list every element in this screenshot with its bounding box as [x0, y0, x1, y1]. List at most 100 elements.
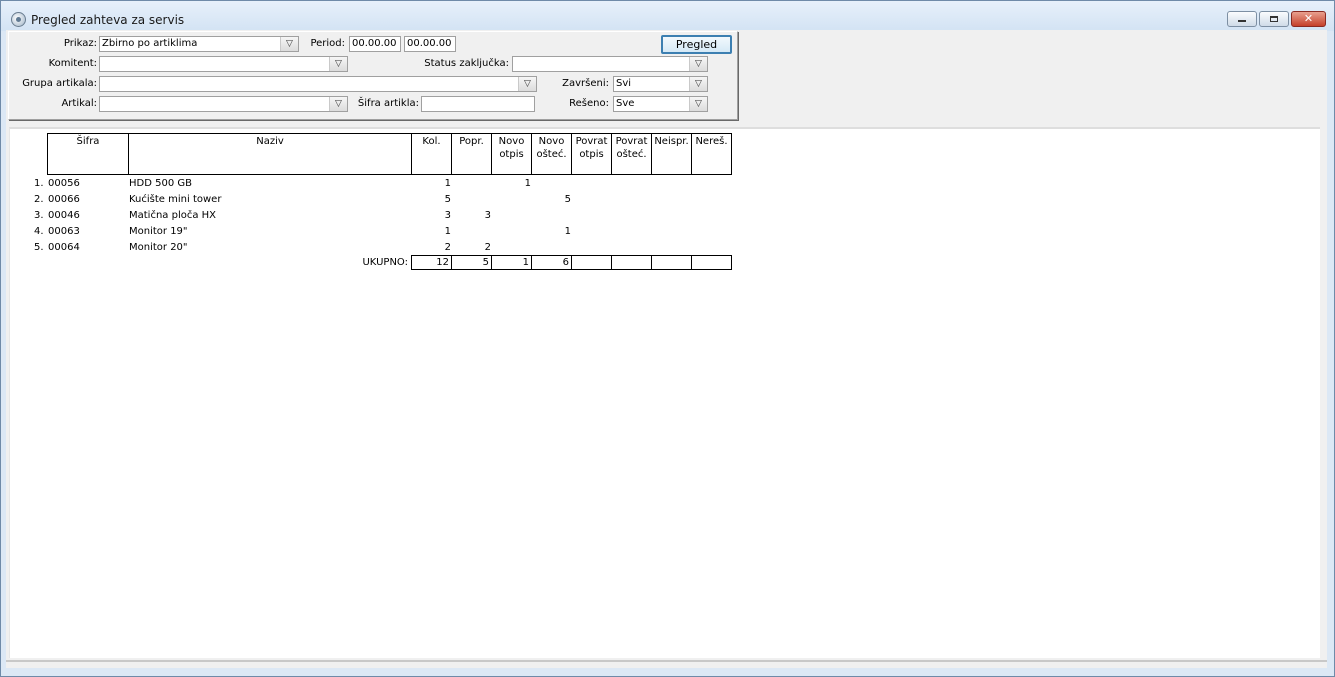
reseno-select[interactable]: Sve ▽ — [613, 96, 708, 112]
row-sifra: 00064 — [48, 242, 80, 253]
close-icon: ✕ — [1303, 12, 1314, 25]
header-povrat-otpis-line2: otpis — [579, 149, 604, 160]
header-novo-ostec: Novo ošteć. — [531, 133, 572, 175]
total-novo-otpis: 1 — [491, 255, 532, 270]
pregled-button[interactable]: Pregled — [661, 35, 732, 54]
header-neispr-text: Neispr. — [654, 136, 689, 147]
chevron-down-icon[interactable]: ▽ — [689, 77, 707, 91]
row-novo-ostec: 1 — [564, 226, 571, 237]
minimize-button[interactable] — [1227, 11, 1257, 27]
row-number: 2. — [34, 194, 44, 205]
total-kol: 12 — [411, 255, 452, 270]
header-naziv: Naziv — [128, 133, 412, 175]
total-neres — [691, 255, 732, 270]
header-novo-otpis: Novo otpis — [491, 133, 532, 175]
prikaz-label: Prikaz: — [63, 38, 97, 49]
chevron-down-icon[interactable]: ▽ — [518, 77, 536, 91]
total-popr: 5 — [451, 255, 492, 270]
row-novo-otpis — [491, 240, 531, 256]
row-popr — [451, 224, 491, 240]
prikaz-select[interactable]: Zbirno po artiklima ▽ — [99, 36, 299, 52]
maximize-button[interactable] — [1259, 11, 1289, 27]
header-sifra: Šifra — [47, 133, 129, 175]
header-novo-otpis-line1: Novo — [498, 136, 525, 147]
total-novo-ostec: 6 — [531, 255, 572, 270]
header-popr-text: Popr. — [459, 136, 484, 147]
chevron-down-icon[interactable]: ▽ — [329, 57, 347, 71]
row-naziv: Kućište mini tower — [129, 194, 222, 205]
row-number: 3. — [34, 210, 44, 221]
status-zakljucka-label: Status zaključka: — [424, 58, 509, 69]
row-novo-otpis — [491, 192, 531, 208]
row-kol: 2 — [444, 242, 451, 253]
row-naziv: Monitor 19" — [129, 226, 188, 237]
header-sifra-text: Šifra — [76, 136, 100, 147]
row-popr: 3 — [484, 210, 491, 221]
row-novo-otpis — [491, 208, 531, 224]
totals-label: UKUPNO: — [362, 257, 408, 268]
close-button[interactable]: ✕ — [1291, 11, 1326, 27]
artikal-label: Artikal: — [61, 98, 97, 109]
row-novo-ostec — [531, 208, 571, 224]
header-kol-text: Kol. — [422, 136, 441, 147]
status-bar — [6, 660, 1327, 662]
period-to-field[interactable]: 00.00.00 — [404, 36, 456, 52]
chevron-down-icon[interactable]: ▽ — [689, 97, 707, 111]
header-naziv-text: Naziv — [256, 136, 284, 147]
row-sifra: 00063 — [48, 226, 80, 237]
row-novo-ostec — [531, 240, 571, 256]
status-zakljucka-select[interactable]: ▽ — [512, 56, 708, 72]
grupa-artikala-label: Grupa artikala: — [22, 78, 97, 89]
header-povrat-ostec: Povrat ošteć. — [611, 133, 652, 175]
header-neres: Nereš. — [691, 133, 732, 175]
row-number: 4. — [34, 226, 44, 237]
komitent-select[interactable]: ▽ — [99, 56, 348, 72]
komitent-label: Komitent: — [48, 58, 97, 69]
reseno-label: Rešeno: — [569, 98, 609, 109]
grupa-artikala-select[interactable]: ▽ — [99, 76, 537, 92]
artikal-select[interactable]: ▽ — [99, 96, 348, 112]
report-area[interactable]: Šifra Naziv Kol. Popr. Novo otpis Novo ošt… — [9, 127, 1320, 658]
row-naziv: Monitor 20" — [129, 242, 188, 253]
period-from-field[interactable]: 00.00.00 — [349, 36, 401, 52]
window-title: Pregled zahteva za servis — [31, 13, 185, 27]
header-kol: Kol. — [411, 133, 452, 175]
row-number: 1. — [34, 178, 44, 189]
total-povrat-otpis — [571, 255, 612, 270]
row-novo-ostec — [531, 176, 571, 192]
row-sifra: 00066 — [48, 194, 80, 205]
row-naziv: Matična ploča HX — [129, 210, 217, 221]
row-novo-otpis — [491, 224, 531, 240]
row-kol: 5 — [444, 194, 451, 205]
row-popr — [451, 176, 491, 192]
sifra-artikla-input[interactable] — [421, 96, 535, 112]
row-sifra: 00046 — [48, 210, 80, 221]
total-neispr — [651, 255, 692, 270]
header-novo-ostec-line1: Novo — [538, 136, 565, 147]
client-area: Prikaz: Zbirno po artiklima ▽ Period: 00… — [6, 30, 1327, 668]
filter-panel: Prikaz: Zbirno po artiklima ▽ Period: 00… — [8, 31, 738, 120]
row-sifra: 00056 — [48, 178, 80, 189]
zavrseni-select[interactable]: Svi ▽ — [613, 76, 708, 92]
row-kol: 3 — [444, 210, 451, 221]
zavrseni-label: Završeni: — [562, 78, 609, 89]
title-bar: Pregled zahteva za servis ✕ — [1, 1, 1334, 31]
row-popr: 2 — [484, 242, 491, 253]
chevron-down-icon[interactable]: ▽ — [689, 57, 707, 71]
header-neispr: Neispr. — [651, 133, 692, 175]
header-neres-text: Nereš. — [695, 136, 728, 147]
period-label: Period: — [310, 38, 345, 49]
chevron-down-icon[interactable]: ▽ — [280, 37, 298, 51]
row-naziv: HDD 500 GB — [129, 178, 192, 189]
row-novo-ostec: 5 — [564, 194, 571, 205]
header-povrat-ostec-line1: Povrat — [615, 136, 648, 147]
app-icon — [11, 12, 26, 27]
header-novo-otpis-line2: otpis — [499, 149, 524, 160]
prikaz-value: Zbirno po artiklima — [102, 38, 198, 49]
row-kol: 1 — [444, 178, 451, 189]
total-povrat-ostec — [611, 255, 652, 270]
row-kol: 1 — [444, 226, 451, 237]
reseno-value: Sve — [616, 98, 635, 109]
chevron-down-icon[interactable]: ▽ — [329, 97, 347, 111]
header-povrat-otpis-line1: Povrat — [575, 136, 608, 147]
